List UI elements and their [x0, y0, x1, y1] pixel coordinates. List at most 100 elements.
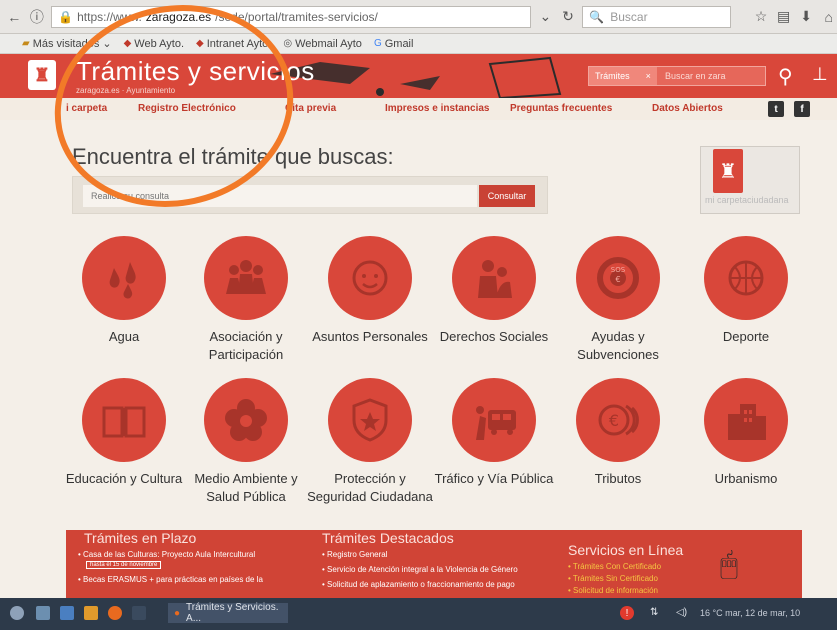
url-path: /sede/portal/tramites-servicios/ [215, 9, 378, 24]
band-link[interactable]: Trámites Sin Certificado [568, 574, 661, 583]
category-asuntos-personales[interactable]: Asuntos Personales [304, 236, 436, 346]
main-nav: i carpeta Registro Electrónico Cita prev… [0, 98, 837, 120]
globe-icon: ◎ [283, 38, 293, 49]
nav-cita-previa[interactable]: Cita previa [285, 103, 336, 114]
bookmark-intranet[interactable]: ◆ Intranet Ayto. [196, 38, 271, 50]
band-link[interactable]: Solicitud de aplazamiento o fraccionamie… [322, 580, 518, 589]
nav-registro-electronico[interactable]: Registro Electrónico [138, 103, 236, 114]
bookmark-webmail[interactable]: ◎ Webmail Ayto [283, 38, 362, 50]
search-icon[interactable]: ⚲ [778, 64, 793, 89]
band-title-linea: Servicios en Línea [568, 542, 684, 558]
back-icon[interactable]: ← [6, 8, 23, 26]
facebook-icon[interactable]: f [794, 101, 810, 117]
firefox-icon[interactable] [108, 606, 122, 620]
carpeta-label: mi carpetaciudadana [705, 195, 789, 205]
band-list-plazo: Casa de las Culturas: Proyecto Aula Inte… [78, 550, 263, 590]
info-icon[interactable]: ⓘ [29, 8, 46, 26]
category-ayudas[interactable]: SOS € Ayudas y Subvenciones [552, 236, 684, 364]
bookmark-most-visited[interactable]: ▰ Más visitados ⌄ [22, 37, 112, 51]
zaragoza-bookmark-icon: ◆ [123, 38, 132, 49]
nav-preguntas[interactable]: Preguntas frecuentes [510, 103, 612, 114]
query-input[interactable] [83, 185, 477, 207]
band-title-destacados: Trámites Destacados [322, 530, 454, 546]
shield-icon [352, 398, 388, 442]
lock-icon: 🔒 [58, 9, 74, 24]
nav-mi-carpeta[interactable]: i carpeta [66, 103, 107, 114]
network-icon[interactable]: ⇅ [650, 607, 658, 618]
band-link[interactable]: Solicitud de información [568, 586, 661, 595]
library-icon[interactable]: ▤ [775, 8, 792, 26]
mi-carpeta-card[interactable]: ♜ mi carpetaciudadana [700, 146, 800, 214]
desktop-icon[interactable] [60, 606, 74, 620]
category-educacion[interactable]: Educación y Cultura [58, 378, 190, 488]
band-link[interactable]: Casa de las Culturas: Proyecto Aula Inte… [78, 550, 263, 569]
zaragoza-lion-logo[interactable]: ♜ [28, 60, 56, 90]
terminal-icon[interactable] [132, 606, 146, 620]
alert-icon[interactable]: ! [620, 606, 634, 620]
os-taskbar: ● Trámites y Servicios. A... ! ⇅ ◁) 16 °… [0, 598, 837, 630]
band-link[interactable]: Becas ERASMUS + para prácticas en países… [78, 575, 263, 584]
page-title: Trámites y servicios [76, 56, 315, 86]
band-link[interactable]: Registro General [322, 550, 518, 559]
band-title-plazo: Trámites en Plazo [84, 530, 197, 546]
home-icon[interactable]: ⌂ [820, 8, 837, 26]
face-icon [352, 260, 388, 296]
site-header: ♜ Trámites y servicios zaragoza.es · Ayu… [0, 54, 837, 98]
firefox-icon: ● [174, 607, 181, 619]
nav-datos-abiertos[interactable]: Datos Abiertos [652, 103, 723, 114]
start-menu-icon[interactable] [10, 606, 24, 620]
taskbar-task-firefox[interactable]: ● Trámites y Servicios. A... [168, 602, 288, 624]
folder-icon[interactable] [84, 606, 98, 620]
search-heading: Encuentra el trámite que buscas: [72, 144, 394, 169]
category-derechos-sociales[interactable]: Derechos Sociales [428, 236, 560, 346]
site-search-input[interactable]: Trámites × Buscar en zara [588, 66, 766, 86]
browser-search-input[interactable]: 🔍 Buscar [582, 5, 731, 28]
volume-icon[interactable]: ◁) [676, 607, 687, 618]
band-link[interactable]: Trámites Con Certificado [568, 562, 661, 571]
category-trafico[interactable]: Tráfico y Vía Pública [428, 378, 560, 488]
flower-icon [225, 399, 267, 441]
category-agua[interactable]: Agua [58, 236, 190, 346]
star-icon[interactable]: ☆ [753, 8, 770, 26]
nav-impresos[interactable]: Impresos e instancias [385, 103, 490, 114]
main-content: Encuentra el trámite que buscas: Consult… [0, 120, 837, 598]
bookmark-gmail[interactable]: G Gmail [374, 38, 414, 50]
embrace-icon [478, 260, 512, 298]
deadline-badge: hasta el 15 de noviembre [86, 561, 162, 569]
files-icon[interactable] [36, 606, 50, 620]
band-list-destacados: Registro General Servicio de Atención in… [322, 550, 518, 595]
drops-icon [109, 262, 136, 299]
category-deporte[interactable]: Deporte [680, 236, 812, 346]
consultar-button[interactable]: Consultar [479, 185, 535, 207]
search-scope-tag[interactable]: Trámites × [589, 67, 657, 85]
svg-text:SOS: SOS [611, 266, 626, 274]
category-asociacion[interactable]: Asociación y Participación [180, 236, 312, 364]
browser-search-placeholder: Buscar [610, 9, 648, 24]
mouse-icon: 🖱 [720, 548, 738, 581]
people-icon [226, 260, 266, 294]
category-medio-ambiente[interactable]: Medio Ambiente y Salud Pública [180, 378, 312, 506]
category-tributos[interactable]: € Tributos [552, 378, 684, 488]
dropdown-icon[interactable]: ⌄ [537, 8, 554, 26]
zaragoza-bookmark-icon: ◆ [196, 38, 204, 49]
category-urbanismo[interactable]: Urbanismo [680, 378, 812, 488]
url-field[interactable]: 🔒 https://www. zaragoza.es/sede/portal/tr… [51, 5, 532, 28]
url-host: zaragoza.es [145, 9, 212, 24]
bookmark-web-ayto[interactable]: ◆ Web Ayto. [124, 38, 184, 50]
twitter-icon[interactable]: t [768, 101, 784, 117]
reload-icon[interactable]: ↻ [560, 8, 577, 26]
category-proteccion[interactable]: Protección y Seguridad Ciudadana [304, 378, 436, 506]
query-bar: Consultar [72, 176, 548, 214]
breadcrumb[interactable]: zaragoza.es · Ayuntamiento [76, 86, 175, 95]
address-bar: ← ⓘ 🔒 https://www. zaragoza.es/sede/porta… [0, 0, 837, 34]
buildings-icon [728, 404, 766, 440]
close-icon[interactable]: × [646, 71, 651, 81]
svg-text:€: € [615, 275, 620, 284]
sitemap-icon[interactable]: ⊥ [812, 64, 828, 85]
chevron-down-icon: ⌄ [102, 38, 112, 50]
download-icon[interactable]: ⬇ [798, 8, 815, 26]
band-link[interactable]: Servicio de Atención integral a la Viole… [322, 565, 518, 574]
taskbar-clock[interactable]: 16 °C mar, 12 de mar, 10 [700, 608, 800, 618]
book-icon [102, 406, 146, 438]
site-search-placeholder: Buscar en zara [664, 71, 726, 81]
